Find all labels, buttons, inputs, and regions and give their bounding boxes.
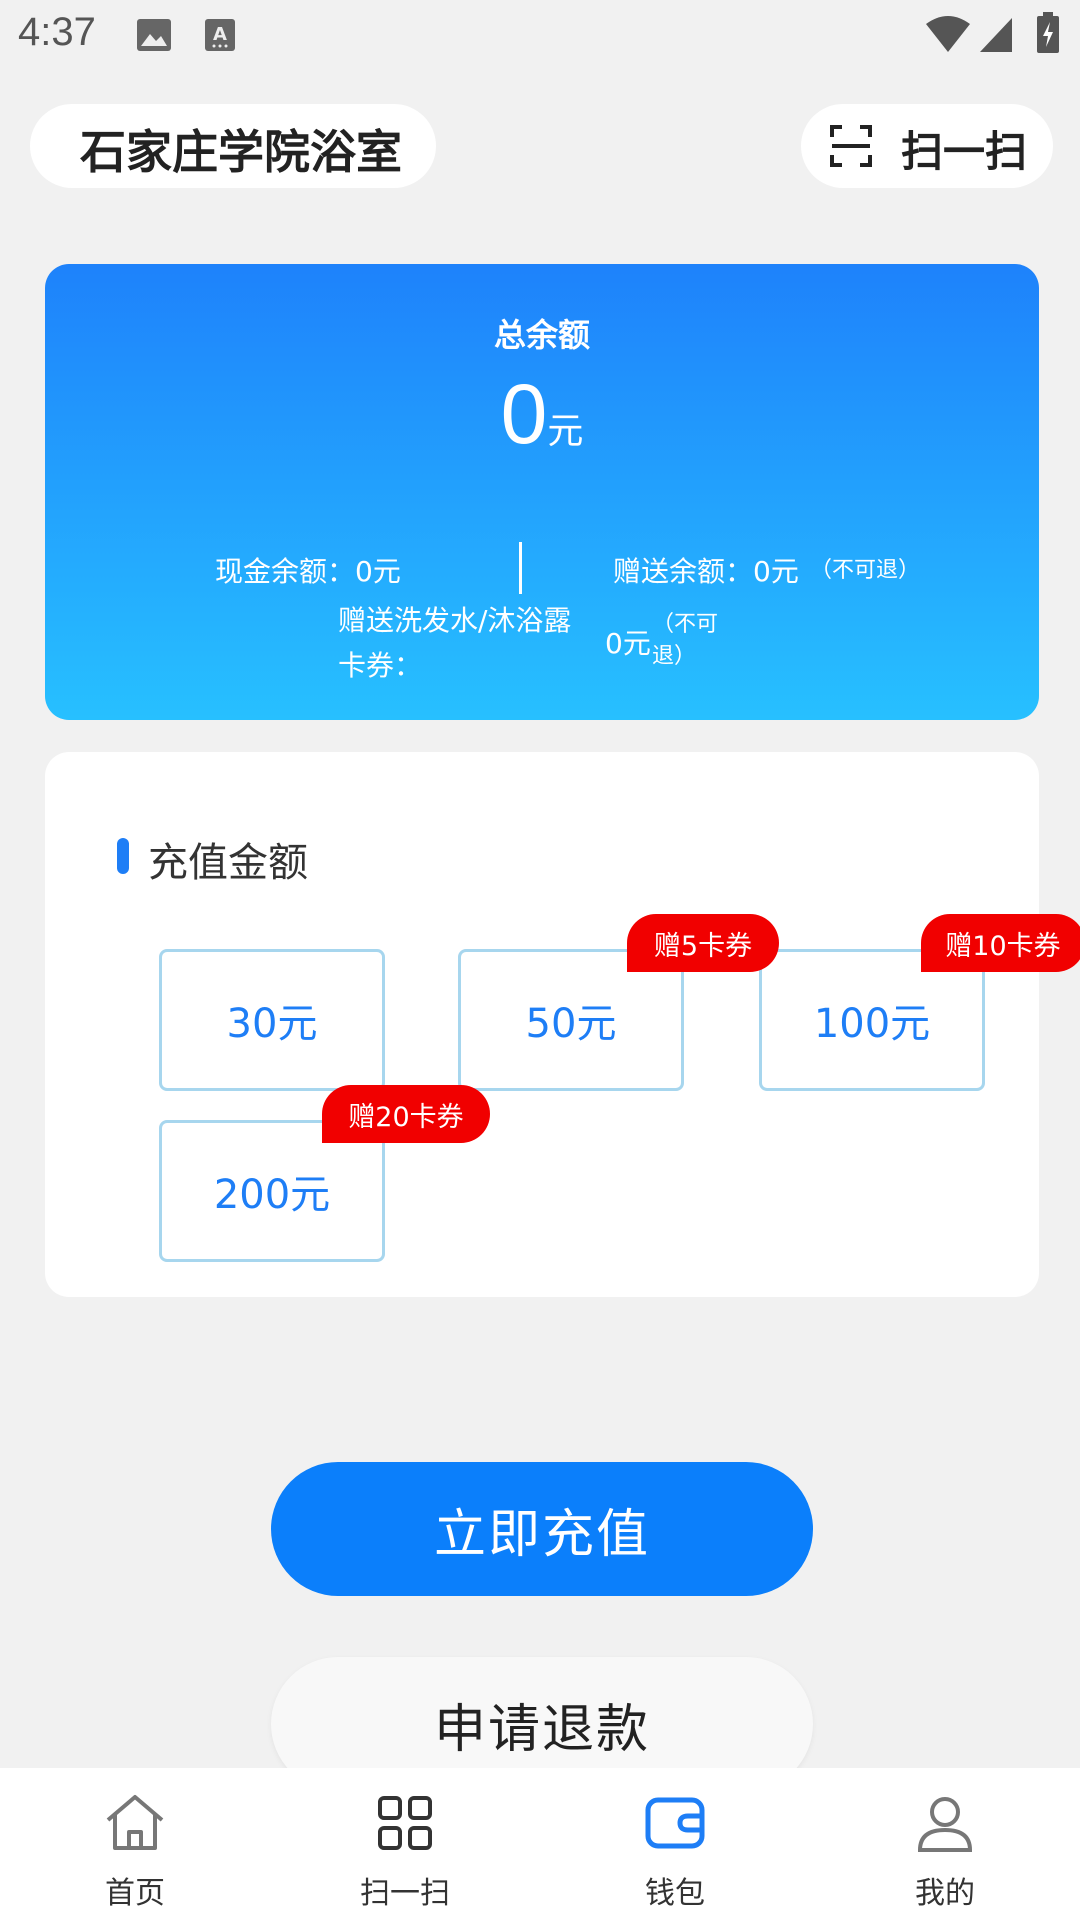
coupon-label-line2: 卡券： — [338, 649, 423, 682]
coupon-label-line1: 赠送洗发水/沐浴露 — [338, 604, 572, 637]
bonus-tag-100: 赠10卡券 — [921, 914, 1080, 972]
tab-mine[interactable]: 我的 — [810, 1768, 1080, 1920]
scan-button[interactable]: 扫一扫 — [801, 104, 1053, 188]
bonus-tag-50: 赠5卡券 — [627, 914, 779, 972]
total-balance-value: 0 — [500, 367, 548, 461]
wifi-icon — [924, 14, 972, 58]
amount-option-30[interactable]: 30元 — [159, 949, 385, 1091]
recharge-now-button[interactable]: 立即充值 — [271, 1462, 813, 1596]
status-bar: 4:37 A — [0, 0, 1080, 72]
home-icon — [102, 1790, 168, 1856]
tab-label: 扫一扫 — [360, 1876, 450, 1911]
wallet-icon — [642, 1790, 708, 1856]
coupon-note-line1: （不可 — [652, 612, 719, 637]
tab-home[interactable]: 首页 — [0, 1768, 270, 1920]
bonus-tag-200: 赠20卡券 — [322, 1085, 490, 1143]
scan-icon — [829, 124, 873, 172]
amount-label: 30元 — [226, 1001, 318, 1047]
section-marker — [117, 838, 129, 874]
tab-label: 钱包 — [645, 1876, 705, 1911]
recharge-title: 充值金额 — [148, 840, 308, 886]
user-icon — [912, 1790, 978, 1856]
battery-charging-icon — [1036, 12, 1060, 58]
svg-text:A: A — [213, 24, 227, 45]
gallery-icon — [136, 18, 172, 56]
recharge-card: 充值金额 30元 50元 100元 200元 赠5卡券 赠10卡券 赠20卡券 — [45, 752, 1080, 1297]
cell-signal-icon — [978, 16, 1014, 58]
gift-balance: 赠送余额：0元 — [613, 555, 799, 588]
amount-label: 100元 — [813, 1001, 931, 1047]
tab-label: 我的 — [915, 1876, 975, 1911]
status-time: 4:37 — [18, 10, 96, 54]
cash-balance: 现金余额：0元 — [215, 555, 401, 588]
tab-bar: 首页 扫一扫 钱包 我的 — [0, 1768, 1080, 1920]
tab-wallet[interactable]: 钱包 — [540, 1768, 810, 1920]
campus-name: 石家庄学院浴室 — [80, 125, 402, 179]
balance-divider — [519, 542, 522, 594]
campus-selector[interactable]: 石家庄学院浴室 — [30, 104, 436, 188]
total-balance-amount: 0元 — [45, 366, 1039, 463]
gift-balance-note: （不可退） — [810, 558, 921, 583]
amount-label: 200元 — [213, 1172, 331, 1218]
total-balance-unit: 元 — [547, 411, 584, 452]
total-balance-title: 总余额 — [493, 316, 590, 354]
grid-icon — [372, 1790, 438, 1856]
tab-scan[interactable]: 扫一扫 — [270, 1768, 540, 1920]
keyboard-a-icon: A — [204, 18, 236, 56]
scan-label: 扫一扫 — [901, 127, 1028, 176]
coupon-value: 0元 — [605, 627, 651, 660]
tab-label: 首页 — [105, 1876, 165, 1911]
coupon-note-line2: 退） — [652, 644, 697, 669]
balance-card: 总余额 0元 现金余额：0元 赠送余额：0元 （不可退） 赠送洗发水/沐浴露 卡… — [45, 264, 1039, 720]
amount-label: 50元 — [525, 1001, 617, 1047]
